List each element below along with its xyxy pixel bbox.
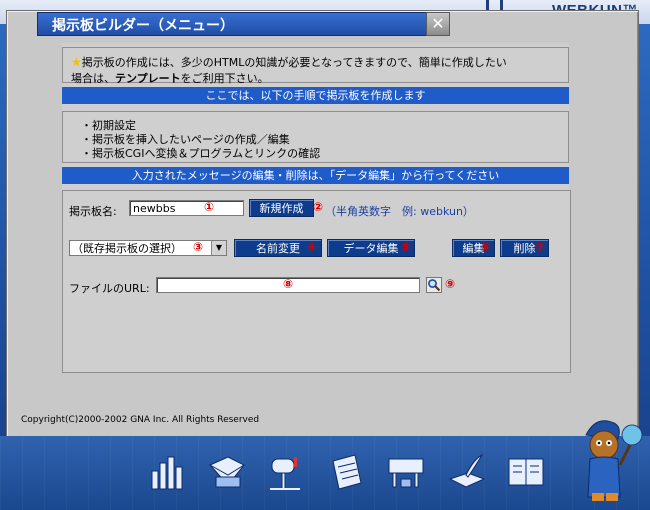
notice-line-2-suffix: をご利用下さい。: [180, 72, 269, 85]
close-button[interactable]: ✕: [426, 12, 450, 36]
marker-9: ⑨: [445, 277, 456, 291]
step-initial-settings: ・初期設定: [81, 119, 136, 132]
board-name-input[interactable]: newbbs: [129, 200, 244, 216]
board-name-hint: （半角英数字 例: webkun）: [325, 205, 474, 218]
board-form: 掲示板名: newbbs ① 新規作成 ② （半角英数字 例: webkun） …: [62, 190, 571, 373]
marker-7: ⑦: [535, 240, 546, 254]
marker-8: ⑧: [283, 277, 294, 291]
mailbox-icon[interactable]: [264, 451, 306, 493]
board-name-label: 掲示板名:: [69, 205, 117, 218]
board-builder-dialog: 掲示板ビルダー（メニュー） ✕ ★掲示板の作成には、多少のHTMLの知識が必要と…: [6, 10, 639, 438]
marker-5: ⑤: [401, 240, 412, 254]
copyright-text: Copyright(C)2000-2002 GNA Inc. All Right…: [21, 415, 260, 425]
search-icon: [428, 279, 441, 292]
step-cgi-convert: ・掲示板CGIへ変換＆プログラムとリンクの確認: [81, 147, 321, 160]
marker-4: ④: [307, 240, 318, 254]
board-builder-icon[interactable]: [385, 451, 427, 493]
file-url-label: ファイルのURL:: [69, 282, 150, 295]
dialog-title: 掲示板ビルダー（メニュー）: [52, 18, 234, 34]
marker-3: ③: [193, 240, 204, 254]
open-book-icon[interactable]: [505, 451, 547, 493]
content-panel: ★掲示板の作成には、多少のHTMLの知識が必要となってきますので、簡単に作成した…: [62, 43, 571, 373]
notice-line-1: 掲示板の作成には、多少のHTMLの知識が必要となってきますので、簡単に作成したい: [81, 56, 507, 69]
notice-line-2-prefix: 場合は、: [71, 72, 115, 85]
chevron-down-icon[interactable]: ▼: [211, 241, 226, 255]
template-notice: ★掲示板の作成には、多少のHTMLの知識が必要となってきますので、簡単に作成した…: [62, 47, 569, 85]
marker-1: ①: [204, 200, 215, 214]
existing-board-select[interactable]: （既存掲示板の選択） ▼: [69, 240, 227, 256]
new-board-button[interactable]: 新規作成: [249, 199, 314, 217]
mail-folder-icon[interactable]: [206, 451, 248, 493]
template-keyword: テンプレート: [115, 72, 181, 85]
steps-header: ここでは、以下の手順で掲示板を作成します: [62, 87, 569, 104]
browse-button[interactable]: [426, 277, 442, 293]
mascot-icon: [585, 420, 643, 501]
steps-list: ・初期設定 ・掲示板を挿入したいページの作成／編集 ・掲示板CGIへ変換＆プログ…: [62, 111, 569, 163]
form-clipboard-icon[interactable]: [325, 451, 367, 493]
star-icon: ★: [71, 55, 82, 69]
chart-icon[interactable]: [146, 451, 188, 493]
quill-book-icon[interactable]: [446, 451, 488, 493]
existing-board-select-value: （既存掲示板の選択）: [72, 242, 182, 255]
marker-2: ②: [313, 200, 324, 214]
marker-6: ⑥: [481, 240, 492, 254]
dialog-titlebar[interactable]: 掲示板ビルダー（メニュー） ✕: [37, 12, 450, 36]
step-page-edit: ・掲示板を挿入したいページの作成／編集: [81, 133, 290, 146]
edit-header: 入力されたメッセージの編集・削除は、「データ編集」から行ってください: [62, 167, 569, 184]
close-icon: ✕: [431, 14, 445, 33]
